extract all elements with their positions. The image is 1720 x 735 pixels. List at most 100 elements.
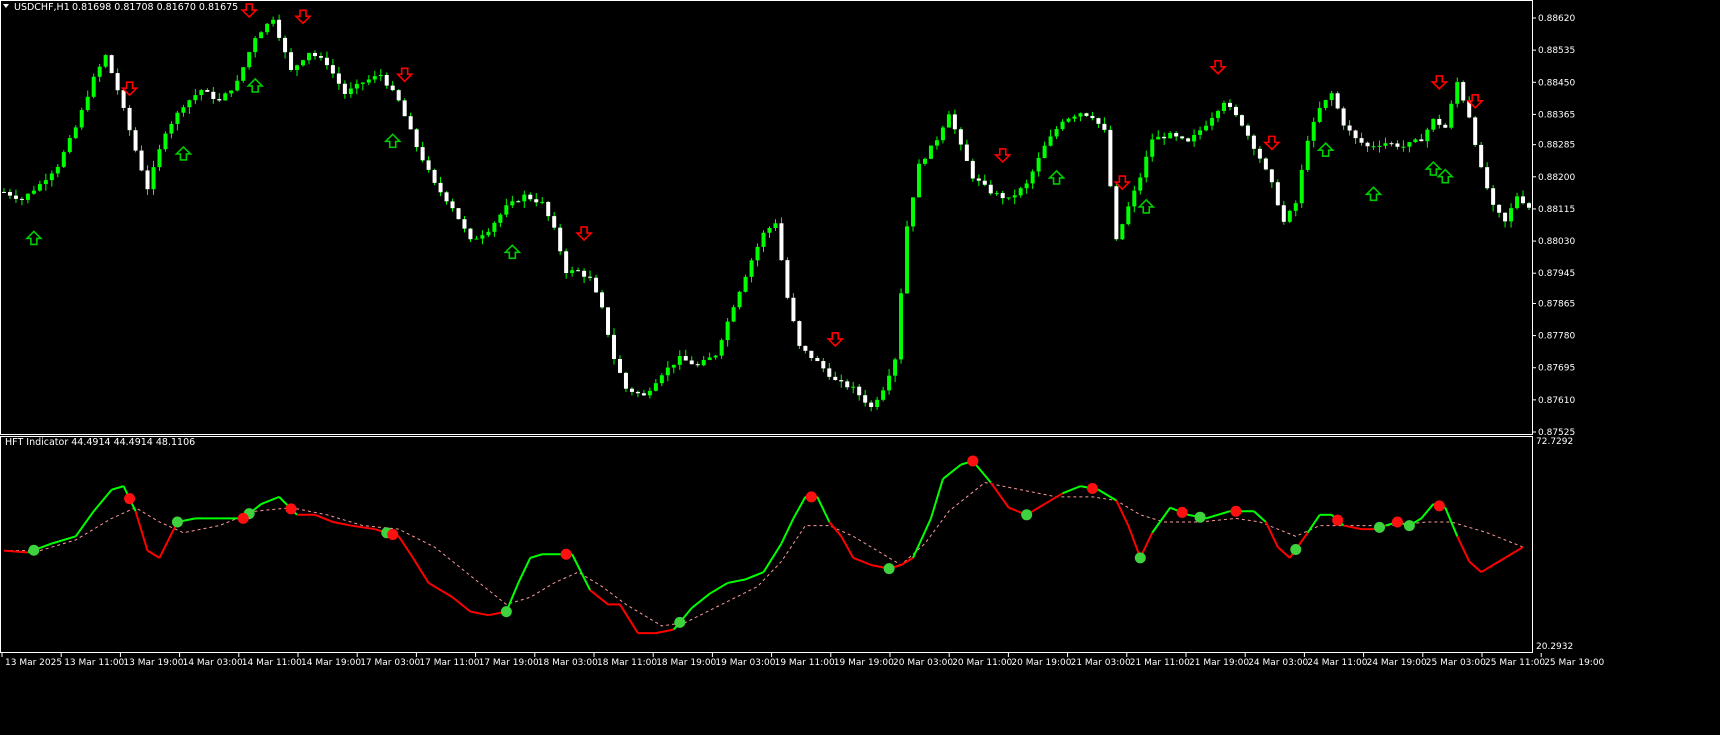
buy-dot <box>1290 543 1302 555</box>
candle-bull <box>37 184 42 191</box>
time-tick-label: 17 Mar 11:00 <box>419 658 479 668</box>
candle-bull <box>851 386 856 388</box>
candle-bear <box>1473 117 1478 145</box>
candle-bull <box>749 260 754 277</box>
candle-bear <box>952 114 957 130</box>
candle-bear <box>821 361 826 369</box>
candle-bear <box>342 83 347 95</box>
candle-bull <box>1293 203 1298 211</box>
buy-dot <box>171 516 183 528</box>
candle-bull <box>917 163 922 198</box>
price-tick-label: 0.87695 <box>1538 364 1575 374</box>
candle-bull <box>647 390 652 396</box>
candle-bear <box>1245 125 1250 136</box>
time-tick-label: 19 Mar 11:00 <box>775 658 835 668</box>
time-tick-label: 13 Mar 11:00 <box>64 658 124 668</box>
price-tick-label: 0.87610 <box>1538 396 1575 406</box>
candle-bear <box>1485 167 1490 189</box>
candle-bear <box>396 90 401 101</box>
candle-bear <box>109 55 114 74</box>
candle-bear <box>1233 106 1238 116</box>
candle-bear <box>576 270 581 272</box>
trading-chart[interactable]: USDCHF,H1 0.81698 0.81708 0.81670 0.8167… <box>0 0 1720 735</box>
ohlc-readout: 0.81698 0.81708 0.81670 0.81675 <box>72 2 238 13</box>
candle-bull <box>1515 196 1520 209</box>
candle-bull <box>1054 129 1059 137</box>
candle-bear <box>408 116 413 130</box>
candle-bull <box>1060 121 1065 130</box>
chart-background <box>0 0 1720 735</box>
candle-bear <box>970 160 975 179</box>
candle-bear <box>1102 123 1107 130</box>
time-tick-label: 18 Mar 11:00 <box>597 658 657 668</box>
time-tick-label: 20 Mar 03:00 <box>893 658 953 668</box>
candle-bear <box>582 270 587 277</box>
candle-bear <box>139 150 144 171</box>
time-tick-label: 14 Mar 03:00 <box>183 658 243 668</box>
candle-bear <box>133 130 138 151</box>
candle-bear <box>1227 102 1232 107</box>
candle-bull <box>169 123 174 134</box>
candle-bear <box>1114 186 1119 240</box>
candle-bull <box>1383 143 1388 146</box>
candle-bull <box>1168 133 1173 139</box>
candle-bull <box>354 83 359 89</box>
time-tick-label: 21 Mar 03:00 <box>1071 658 1131 668</box>
candle-bear <box>318 56 323 58</box>
candle-bear <box>1479 144 1484 168</box>
candle-bull <box>103 55 108 67</box>
candle-bear <box>1521 196 1526 204</box>
candle-bear <box>324 57 329 66</box>
buy-dot <box>1021 509 1033 521</box>
candle-bull <box>659 375 664 384</box>
candle-bear <box>516 201 521 203</box>
candle-bear <box>1419 139 1424 142</box>
candle-bull <box>49 173 54 181</box>
candle-bull <box>887 375 892 391</box>
buy-dot <box>883 563 895 575</box>
candle-bear <box>1096 118 1101 124</box>
candle-bull <box>994 193 999 195</box>
candle-bear <box>588 276 593 278</box>
candle-bull <box>85 96 90 111</box>
candle-bull <box>1066 118 1071 122</box>
candle-bear <box>1443 124 1448 128</box>
candle-bear <box>462 219 467 229</box>
candle-bull <box>1036 158 1041 172</box>
time-tick-label: 19 Mar 03:00 <box>715 658 775 668</box>
candle-bear <box>1437 118 1442 125</box>
time-tick-label: 17 Mar 03:00 <box>360 658 420 668</box>
indicator-min-label: 20.2932 <box>1536 642 1573 652</box>
candle-bull <box>1431 118 1436 130</box>
candle-bull <box>163 133 168 150</box>
candle-bull <box>1377 145 1382 147</box>
candle-bull <box>1371 146 1376 148</box>
candle-bull <box>665 367 670 376</box>
candle-bear <box>546 201 551 217</box>
candle-bull <box>1204 125 1209 131</box>
candle-bear <box>426 160 431 170</box>
candle-bear <box>988 184 993 194</box>
candle-bull <box>480 235 485 239</box>
candle-bull <box>755 246 760 261</box>
candle-bull <box>1299 169 1304 204</box>
candle-bear <box>115 73 120 91</box>
buy-dot <box>1134 552 1146 564</box>
candle-bear <box>695 364 700 366</box>
candle-bull <box>498 214 503 223</box>
candle-bull <box>67 138 72 153</box>
candle-bear <box>312 52 317 57</box>
candle-bear <box>869 402 874 408</box>
candle-bull <box>1413 139 1418 143</box>
candle-bull <box>199 89 204 96</box>
candle-bear <box>785 260 790 298</box>
candle-bull <box>743 276 748 292</box>
candle-bull <box>1407 142 1412 147</box>
time-tick-label: 20 Mar 19:00 <box>1011 658 1071 668</box>
price-tick-label: 0.88620 <box>1538 14 1575 24</box>
candle-bear <box>1503 212 1508 222</box>
candle-bear <box>205 89 210 92</box>
candle-bull <box>91 76 96 97</box>
candle-bear <box>958 129 963 145</box>
candle-bear <box>1389 143 1394 145</box>
